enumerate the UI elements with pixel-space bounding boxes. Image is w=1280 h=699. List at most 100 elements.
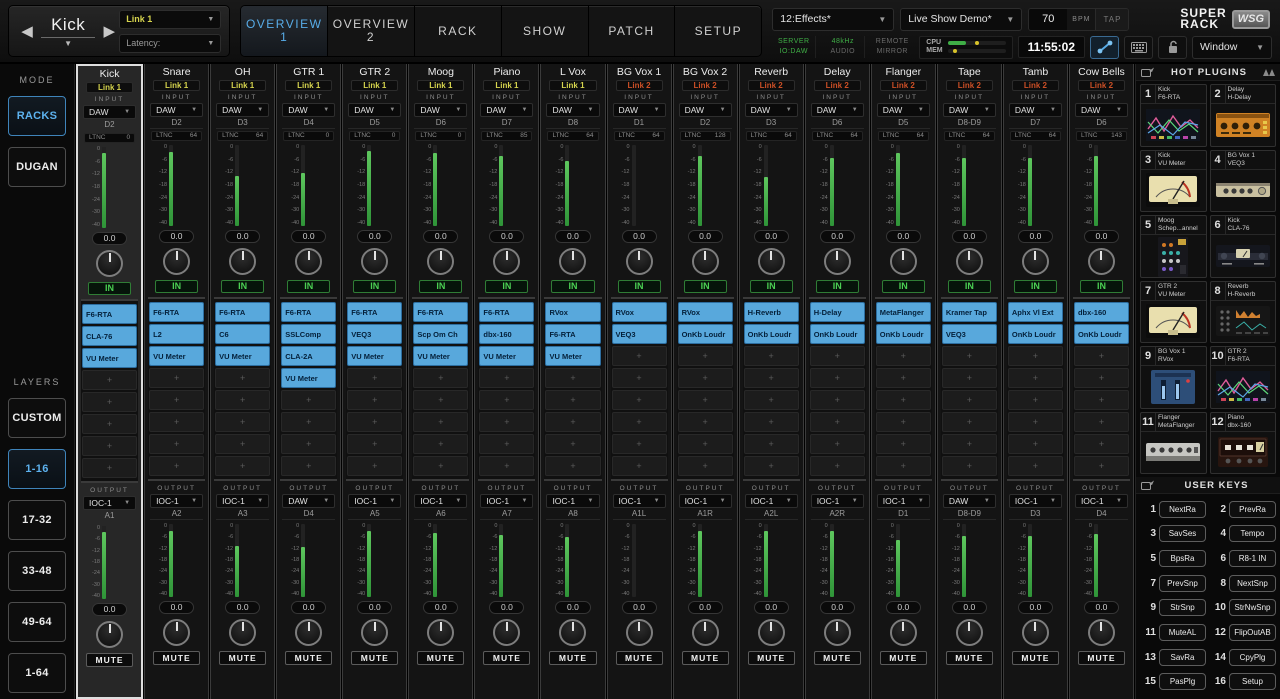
empty-plugin-slot[interactable]: + [1074, 434, 1129, 454]
channel-name[interactable]: Tape [941, 65, 998, 80]
input-gain-knob[interactable] [229, 248, 256, 275]
output-gain-knob[interactable] [229, 619, 256, 646]
input-gain-value[interactable]: 0.0 [423, 230, 458, 243]
output-destination-dropdown[interactable]: IOC-1▼ [150, 494, 203, 508]
input-gain-knob[interactable] [626, 248, 653, 275]
link-badge[interactable]: Link 2 [1012, 80, 1059, 91]
plugin-slot[interactable]: VU Meter [215, 346, 270, 366]
patch-cable-icon[interactable] [1090, 36, 1119, 59]
input-gain-value[interactable]: 0.0 [688, 230, 723, 243]
empty-plugin-slot[interactable]: + [612, 456, 667, 476]
link-badge[interactable]: Link 2 [1078, 80, 1125, 91]
plugin-slot[interactable]: OnKb Loudr [810, 324, 865, 344]
input-gain-value[interactable]: 0.0 [225, 230, 260, 243]
plugin-slot[interactable]: F6-RTA [281, 302, 336, 322]
hot-plugin-slot-6[interactable]: 6KickCLA-76 [1210, 215, 1277, 278]
empty-plugin-slot[interactable]: + [281, 434, 336, 454]
output-destination-dropdown[interactable]: DAW▼ [282, 494, 335, 508]
plugin-slot[interactable]: F6-RTA [347, 302, 402, 322]
plugin-slot[interactable]: VU Meter [82, 348, 137, 368]
output-destination-dropdown[interactable]: IOC-1▼ [216, 494, 269, 508]
empty-plugin-slot[interactable]: + [1008, 434, 1063, 454]
empty-plugin-slot[interactable]: + [347, 434, 402, 454]
output-gain-value[interactable]: 0.0 [423, 601, 458, 614]
channel-name[interactable]: GTR 1 [280, 65, 337, 80]
output-gain-knob[interactable] [163, 619, 190, 646]
input-source-dropdown[interactable]: DAW▼ [546, 103, 599, 117]
mute-button[interactable]: MUTE [814, 651, 861, 665]
empty-plugin-slot[interactable]: + [1008, 456, 1063, 476]
input-gain-knob[interactable] [295, 248, 322, 275]
hot-plugin-slot-8[interactable]: 8ReverbH-Reverb [1210, 281, 1277, 344]
next-channel-button[interactable]: ▶ [99, 22, 119, 40]
empty-plugin-slot[interactable]: + [82, 370, 137, 390]
plugin-slot[interactable]: H-Delay [810, 302, 865, 322]
channel-title-dropdown[interactable]: Kick ▼ [37, 15, 99, 48]
plugin-slot[interactable]: VU Meter [413, 346, 468, 366]
empty-plugin-slot[interactable]: + [810, 368, 865, 388]
popout-window-icon[interactable] [1141, 480, 1155, 490]
plugin-slot[interactable]: MetaFlanger [876, 302, 931, 322]
input-gain-knob[interactable] [427, 248, 454, 275]
output-gain-value[interactable]: 0.0 [357, 601, 392, 614]
tab-show[interactable]: SHOW [502, 6, 589, 56]
empty-plugin-slot[interactable]: + [876, 456, 931, 476]
input-gain-knob[interactable] [758, 248, 785, 275]
layer-button-custom[interactable]: CUSTOM [8, 398, 66, 438]
empty-plugin-slot[interactable]: + [545, 368, 600, 388]
session-select-dropdown[interactable]: Live Show Demo* ▼ [900, 8, 1022, 31]
user-key-button-r8-1-in[interactable]: R8-1 IN [1229, 550, 1276, 567]
empty-plugin-slot[interactable]: + [678, 434, 733, 454]
plugin-slot[interactable]: OnKb Loudr [1074, 324, 1129, 344]
output-gain-knob[interactable] [493, 619, 520, 646]
mute-button[interactable]: MUTE [1078, 651, 1125, 665]
input-gain-value[interactable]: 0.0 [1018, 230, 1053, 243]
input-gain-value[interactable]: 0.0 [886, 230, 921, 243]
input-source-dropdown[interactable]: DAW▼ [745, 103, 798, 117]
empty-plugin-slot[interactable]: + [215, 412, 270, 432]
channel-in-button[interactable]: IN [419, 280, 462, 293]
empty-plugin-slot[interactable]: + [1008, 412, 1063, 432]
channel-name[interactable]: BG Vox 2 [677, 65, 734, 80]
input-gain-knob[interactable] [692, 248, 719, 275]
hot-plugin-slot-5[interactable]: 5MoogSchep...annel [1140, 215, 1207, 278]
output-destination-dropdown[interactable]: IOC-1▼ [348, 494, 401, 508]
user-key-button-prevsnp[interactable]: PrevSnp [1159, 575, 1206, 592]
mute-button[interactable]: MUTE [86, 653, 133, 667]
empty-plugin-slot[interactable]: + [413, 368, 468, 388]
empty-plugin-slot[interactable]: + [612, 412, 667, 432]
plugin-slot[interactable]: F6-RTA [479, 302, 534, 322]
empty-plugin-slot[interactable]: + [545, 434, 600, 454]
channel-in-button[interactable]: IN [551, 280, 594, 293]
link-badge[interactable]: Link 1 [285, 80, 332, 91]
mute-button[interactable]: MUTE [880, 651, 927, 665]
input-source-dropdown[interactable]: DAW▼ [216, 103, 269, 117]
channel-name[interactable]: OH [214, 65, 271, 80]
plugin-slot[interactable]: Scp Om Ch [413, 324, 468, 344]
mute-button[interactable]: MUTE [1012, 651, 1059, 665]
output-gain-knob[interactable] [559, 619, 586, 646]
empty-plugin-slot[interactable]: + [281, 456, 336, 476]
plugin-slot[interactable]: OnKb Loudr [876, 324, 931, 344]
empty-plugin-slot[interactable]: + [215, 390, 270, 410]
empty-plugin-slot[interactable]: + [1074, 412, 1129, 432]
output-destination-dropdown[interactable]: IOC-1▼ [414, 494, 467, 508]
empty-plugin-slot[interactable]: + [876, 390, 931, 410]
user-key-button-strsnp[interactable]: StrSnp [1159, 599, 1206, 616]
layer-button-1-64[interactable]: 1-64 [8, 653, 66, 693]
hot-plugin-slot-10[interactable]: 10GTR 2F6-RTA [1210, 346, 1277, 409]
hot-plugin-slot-4[interactable]: 4BG Vox 1VEQ3 [1210, 150, 1277, 213]
empty-plugin-slot[interactable]: + [281, 390, 336, 410]
user-key-button-nextra[interactable]: NextRa [1159, 501, 1206, 518]
user-key-button-savses[interactable]: SavSes [1159, 525, 1206, 542]
latency-dropdown[interactable]: Latency: ▼ [119, 34, 221, 53]
bpm-value[interactable]: 70 [1029, 9, 1067, 30]
input-gain-value[interactable]: 0.0 [555, 230, 590, 243]
empty-plugin-slot[interactable]: + [678, 456, 733, 476]
empty-plugin-slot[interactable]: + [479, 368, 534, 388]
empty-plugin-slot[interactable]: + [744, 434, 799, 454]
channel-name[interactable]: Kick [81, 67, 138, 82]
hot-plugin-slot-11[interactable]: 11FlangerMetaFlanger [1140, 412, 1207, 475]
input-gain-value[interactable]: 0.0 [291, 230, 326, 243]
plugin-slot[interactable]: VEQ3 [942, 324, 997, 344]
